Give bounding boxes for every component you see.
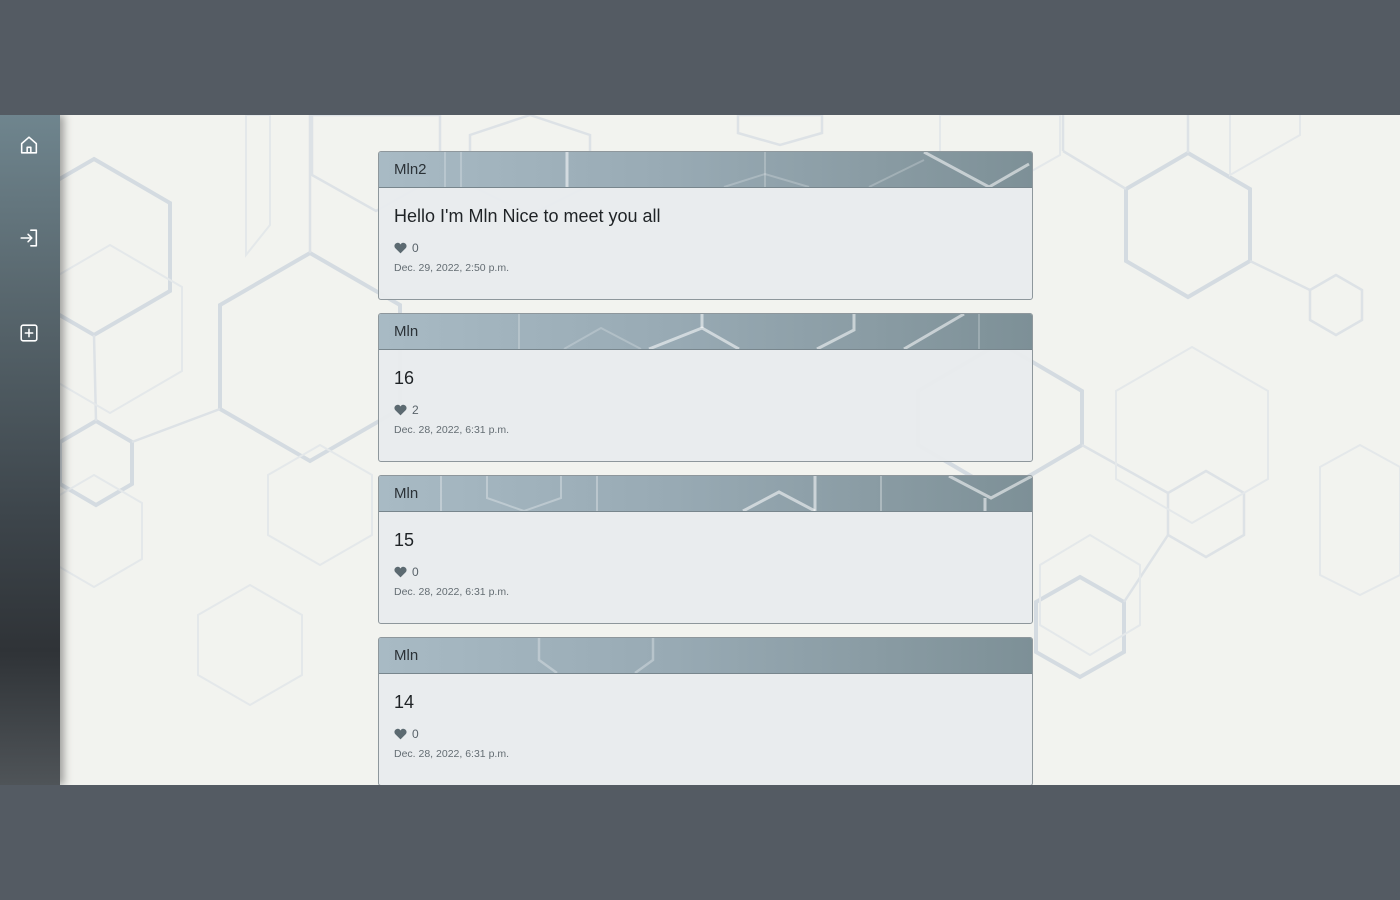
header-hexagon-pattern [537,638,655,673]
heart-icon[interactable] [394,728,407,740]
like-count: 0 [412,241,419,255]
post-author[interactable]: Mln [394,647,418,664]
post-card: Mln 16 2 Dec. 28, 2022, 6:31 p.m. [378,313,1033,462]
like-count: 0 [412,565,419,579]
post-header: Mln [379,638,1032,674]
like-count: 2 [412,403,419,417]
login-button[interactable] [15,224,43,252]
post-author[interactable]: Mln [394,323,418,340]
post-date: Dec. 28, 2022, 6:31 p.m. [394,748,509,760]
post-card: Mln 15 0 Dec. 28, 2022, 6:31 p.m. [378,475,1033,624]
home-button[interactable] [15,131,43,159]
post-content: Hello I'm Mln Nice to meet you all [394,206,661,226]
heart-icon[interactable] [394,404,407,416]
plus-square-icon [20,324,38,342]
post-author[interactable]: Mln [394,485,418,502]
header-hexagon-pattern [444,152,1030,187]
post-header: Mln [379,314,1032,350]
post-card: Mln2 Hello I'm Mln Nice to meet you all … [378,151,1033,300]
post-author[interactable]: Mln2 [394,161,427,178]
header-hexagon-pattern [440,476,1032,511]
sidebar [0,115,60,785]
heart-icon[interactable] [394,566,407,578]
post-content: 16 [394,368,415,388]
post-feed: Mln2 Hello I'm Mln Nice to meet you all … [378,151,1033,785]
home-icon [20,136,38,154]
login-icon [20,229,38,247]
post-content: 14 [394,692,415,712]
post-card: Mln 14 0 Dec. 28, 2022, 6:31 p.m. [378,637,1033,785]
app-window: Mln2 Hello I'm Mln Nice to meet you all … [0,115,1400,785]
like-count: 0 [412,727,419,741]
heart-icon[interactable] [394,242,407,254]
post-date: Dec. 28, 2022, 6:31 p.m. [394,424,509,436]
header-hexagon-pattern [518,314,980,349]
post-date: Dec. 29, 2022, 2:50 p.m. [394,262,509,274]
post-header: Mln2 [379,152,1032,188]
post-header: Mln [379,476,1032,512]
post-date: Dec. 28, 2022, 6:31 p.m. [394,586,509,598]
post-content: 15 [394,530,415,550]
new-post-button[interactable] [15,319,43,347]
